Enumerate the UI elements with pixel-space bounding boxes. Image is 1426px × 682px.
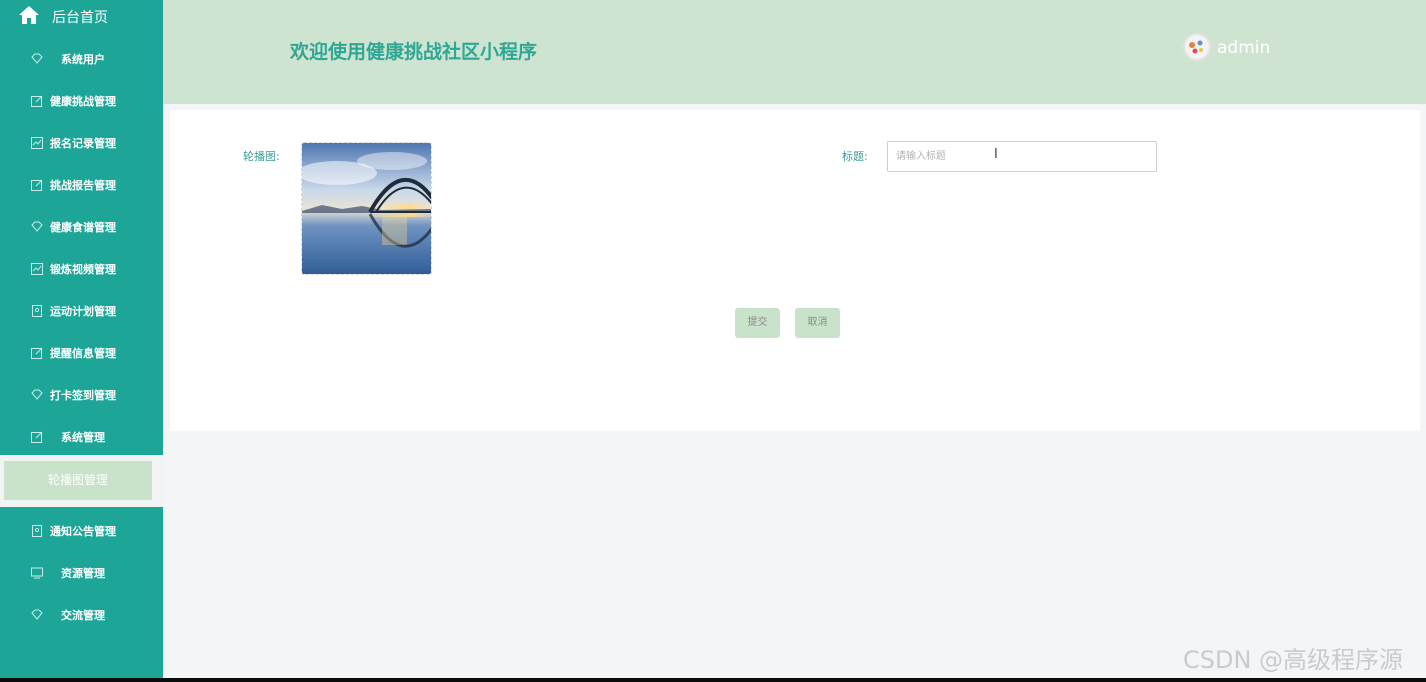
sidebar-home-label: 后台首页 [52, 10, 108, 26]
monitor-icon [31, 567, 43, 579]
sidebar-item-signup-records[interactable]: 报名记录管理 [0, 122, 163, 164]
text-cursor-icon: I [994, 147, 998, 162]
header: 欢迎使用健康挑战社区小程序 admin [163, 0, 1426, 104]
sidebar-item-resource[interactable]: 资源管理 [0, 552, 163, 594]
diamond-icon [31, 221, 43, 232]
sidebar-item-label: 打卡签到管理 [50, 389, 116, 402]
diamond-icon [31, 53, 43, 64]
sidebar-item-label: 资源管理 [61, 567, 105, 580]
sidebar-item-notice[interactable]: 通知公告管理 [0, 510, 163, 552]
avatar[interactable] [1183, 33, 1211, 61]
avatar-icon [1186, 36, 1208, 58]
page-title: 欢迎使用健康挑战社区小程序 [290, 41, 538, 63]
carousel-image-upload[interactable] [301, 142, 432, 275]
sidebar-subitem-carousel[interactable]: 轮播图管理 [4, 461, 152, 500]
title-label: 标题: [842, 150, 868, 163]
sidebar-item-label: 挑战报告管理 [50, 179, 116, 192]
sidebar-item-health-challenge[interactable]: 健康挑战管理 [0, 80, 163, 122]
id-card-icon [32, 525, 42, 537]
sidebar-home[interactable]: 后台首页 [0, 0, 163, 32]
title-input[interactable] [887, 141, 1157, 172]
submit-button[interactable]: 提交 [735, 308, 780, 338]
edit-icon [31, 95, 43, 107]
sidebar-item-health-recipe[interactable]: 健康食谱管理 [0, 206, 163, 248]
sidebar-item-reminder[interactable]: 提醒信息管理 [0, 332, 163, 374]
id-card-icon [32, 305, 42, 317]
sidebar-item-label: 报名记录管理 [50, 137, 116, 150]
carousel-label: 轮播图: [243, 150, 280, 163]
sidebar-submenu: 轮播图管理 [0, 455, 163, 507]
sidebar-item-label: 锻炼视频管理 [50, 263, 116, 276]
watermark: CSDN @高级程序源 [1183, 646, 1404, 674]
sidebar-item-communication[interactable]: 交流管理 [0, 594, 163, 636]
sidebar-item-label: 通知公告管理 [50, 525, 116, 538]
edit-icon [31, 347, 43, 359]
edit-icon [31, 179, 43, 191]
chart-icon [31, 263, 43, 275]
sidebar-item-challenge-report[interactable]: 挑战报告管理 [0, 164, 163, 206]
cancel-button[interactable]: 取消 [795, 308, 840, 338]
sidebar-item-label: 提醒信息管理 [50, 347, 116, 360]
bottom-bar [0, 678, 1426, 682]
sidebar-item-system-manage[interactable]: 系统管理 [0, 416, 163, 458]
carousel-image [302, 143, 431, 274]
username[interactable]: admin [1217, 38, 1270, 58]
sidebar-item-label: 系统用户 [61, 53, 105, 66]
sidebar-item-label: 健康食谱管理 [50, 221, 116, 234]
sidebar-item-system-users[interactable]: 系统用户 [0, 38, 163, 80]
sidebar-item-checkin[interactable]: 打卡签到管理 [0, 374, 163, 416]
edit-icon [31, 431, 43, 443]
sidebar-item-exercise-video[interactable]: 锻炼视频管理 [0, 248, 163, 290]
home-icon [19, 6, 39, 24]
chart-icon [31, 137, 43, 149]
sidebar-item-label: 健康挑战管理 [50, 95, 116, 108]
sidebar: 后台首页 系统用户 健康挑战管理 报名记录管理 挑战报告管理 健康食谱管理 锻炼… [0, 0, 163, 678]
sidebar-item-label: 系统管理 [61, 431, 105, 444]
form-panel: 轮播图: 标题: 请输入标题 I 提交 取消 [170, 110, 1420, 431]
diamond-icon [31, 609, 43, 620]
sidebar-item-sport-plan[interactable]: 运动计划管理 [0, 290, 163, 332]
sidebar-item-label: 交流管理 [61, 609, 105, 622]
diamond-icon [31, 389, 43, 400]
sidebar-item-label: 运动计划管理 [50, 305, 116, 318]
